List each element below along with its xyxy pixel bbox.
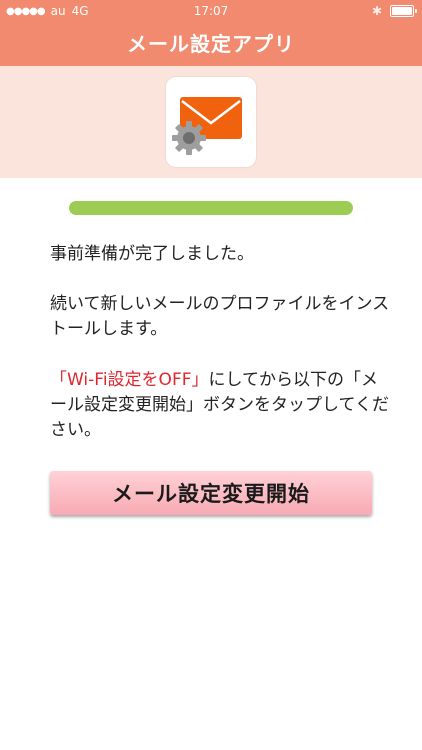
page-title: メール設定アプリ: [127, 32, 295, 56]
start-mail-settings-button[interactable]: メール設定変更開始: [50, 471, 372, 515]
completion-message: 事前準備が完了しました。: [50, 244, 254, 264]
progress-fill: [69, 201, 353, 215]
status-time: 17:07: [193, 4, 229, 18]
instruction-message: 「Wi-Fi設定をOFF」にしてから以下の「メール設定変更開始」ボタンをタップし…: [50, 368, 390, 443]
mail-settings-icon: [166, 77, 256, 167]
progress-bar: [69, 201, 353, 215]
wifi-off-warning: 「Wi-Fi設定をOFF」: [50, 370, 209, 390]
gear-icon: [172, 121, 206, 155]
hero-banner: [0, 66, 422, 178]
install-message: 続いて新しいメールのプロファイルをインストールします。: [50, 294, 390, 339]
status-bar: ●●●●● au 4G 17:07 ✱: [0, 0, 422, 22]
top-bar: ●●●●● au 4G 17:07 ✱ メール設定アプリ: [0, 0, 422, 66]
battery-icon: [390, 5, 417, 17]
bluetooth-icon: ✱: [371, 4, 382, 18]
status-right: ✱: [371, 4, 417, 18]
